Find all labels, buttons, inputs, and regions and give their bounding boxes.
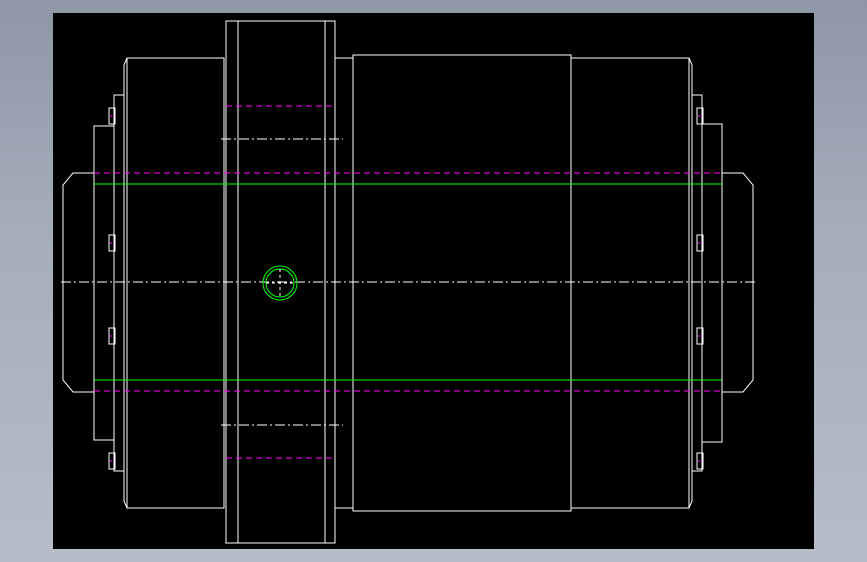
left-body: [123, 57, 225, 509]
right-flange-step: [701, 123, 723, 443]
bolt-group: [108, 107, 704, 470]
cad-viewport[interactable]: [53, 13, 814, 549]
coupling-drawing: [61, 20, 755, 544]
ring-step: [334, 57, 354, 509]
center-lines: [61, 138, 755, 426]
left-flange: [113, 94, 125, 472]
right-flange: [691, 94, 703, 472]
right-body: [570, 57, 693, 509]
center-sleeve: [352, 54, 572, 512]
